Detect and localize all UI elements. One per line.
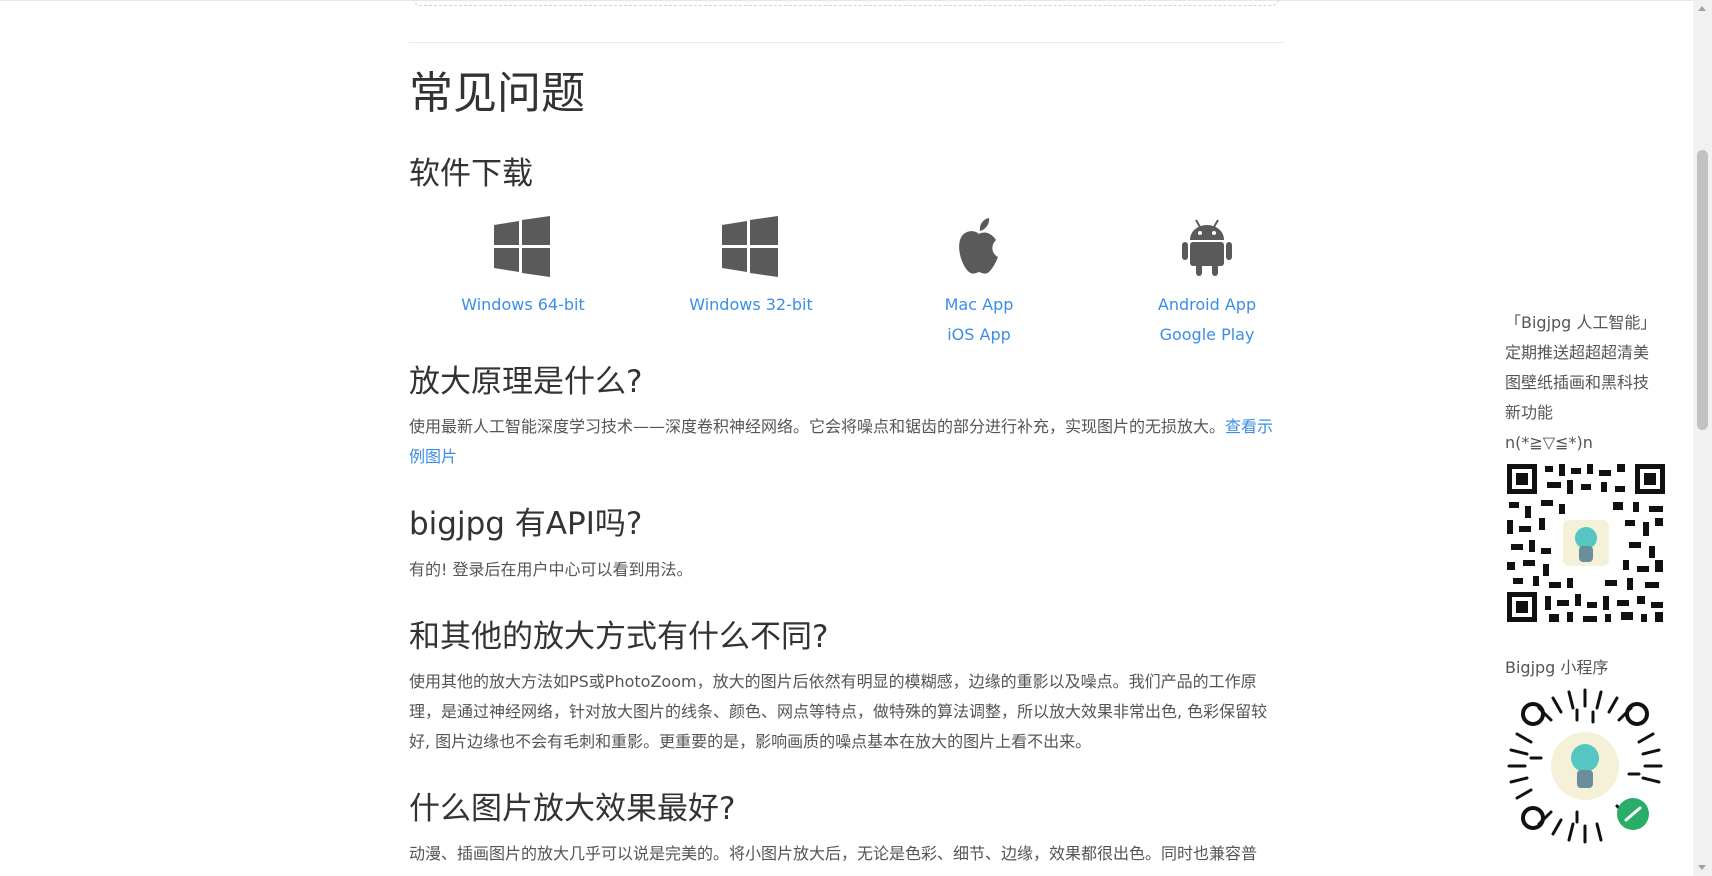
best-heading: 什么图片放大效果最好? — [409, 791, 736, 827]
apple-icon — [959, 218, 998, 274]
ios-app-link[interactable]: iOS App — [865, 320, 1093, 350]
promo-sidebar: 「Bigjpg 人工智能」 定期推送超超超清美 图壁纸插画和黑科技 新功能 n(… — [1505, 308, 1695, 850]
promo-line: 「Bigjpg 人工智能」 — [1505, 313, 1657, 332]
principle-body: 使用最新人工智能深度学习技术——深度卷积神经网络。它会将噪点和锯齿的部分进行补充… — [409, 417, 1226, 436]
windows-64-link[interactable]: Windows 64-bit — [409, 290, 637, 320]
mini-program-label: Bigjpg 小程序 — [1505, 658, 1609, 677]
promo-line: n(*≧▽≦*)n — [1505, 433, 1593, 452]
diff-text: 使用其他的放大方法如PS或PhotoZoom，放大的图片后依然有明显的模糊感，边… — [409, 672, 1268, 751]
principle-heading: 放大原理是什么? — [409, 364, 643, 400]
download-windows-32: Windows 32-bit — [637, 216, 865, 320]
upload-dropzone-bottom-edge — [413, 0, 1279, 6]
scrollbar-thumb[interactable] — [1697, 150, 1708, 430]
mac-app-link[interactable]: Mac App — [865, 290, 1093, 320]
windows-32-link[interactable]: Windows 32-bit — [637, 290, 865, 320]
api-text: 有的! 登录后在用户中心可以看到用法。 — [409, 560, 693, 579]
wechat-qr-code — [1505, 462, 1667, 624]
promo-line: 图壁纸插画和黑科技 — [1505, 373, 1650, 392]
section-divider — [409, 42, 1283, 43]
download-windows-64: Windows 64-bit — [409, 216, 637, 320]
windows-icon — [494, 216, 550, 277]
download-heading: 软件下载 — [409, 156, 533, 192]
best-text: 动漫、插画图片的放大几乎可以说是完美的。将小图片放大后，无论是色彩、细节、边缘，… — [409, 844, 1258, 863]
download-android: Android App Google Play — [1093, 216, 1321, 350]
download-apple: Mac App iOS App — [865, 216, 1093, 350]
android-icon — [1182, 219, 1232, 276]
scroll-down-icon[interactable] — [1698, 865, 1706, 870]
mini-program-code — [1507, 688, 1663, 844]
windows-icon — [722, 216, 778, 277]
diff-heading: 和其他的放大方式有什么不同? — [409, 619, 829, 655]
scroll-up-icon[interactable] — [1698, 6, 1706, 11]
download-options: Windows 64-bit Windows 32-bit Mac App iO… — [409, 216, 1321, 356]
api-heading: bigjpg 有API吗? — [409, 506, 643, 542]
promo-line: 定期推送超超超清美 — [1505, 343, 1650, 362]
principle-text: 使用最新人工智能深度学习技术——深度卷积神经网络。它会将噪点和锯齿的部分进行补充… — [409, 412, 1283, 472]
faq-title: 常见问题 — [409, 68, 585, 119]
android-app-link[interactable]: Android App — [1093, 290, 1321, 320]
promo-line: 新功能 — [1505, 403, 1554, 422]
vertical-scrollbar[interactable] — [1693, 0, 1712, 876]
google-play-link[interactable]: Google Play — [1093, 320, 1321, 350]
